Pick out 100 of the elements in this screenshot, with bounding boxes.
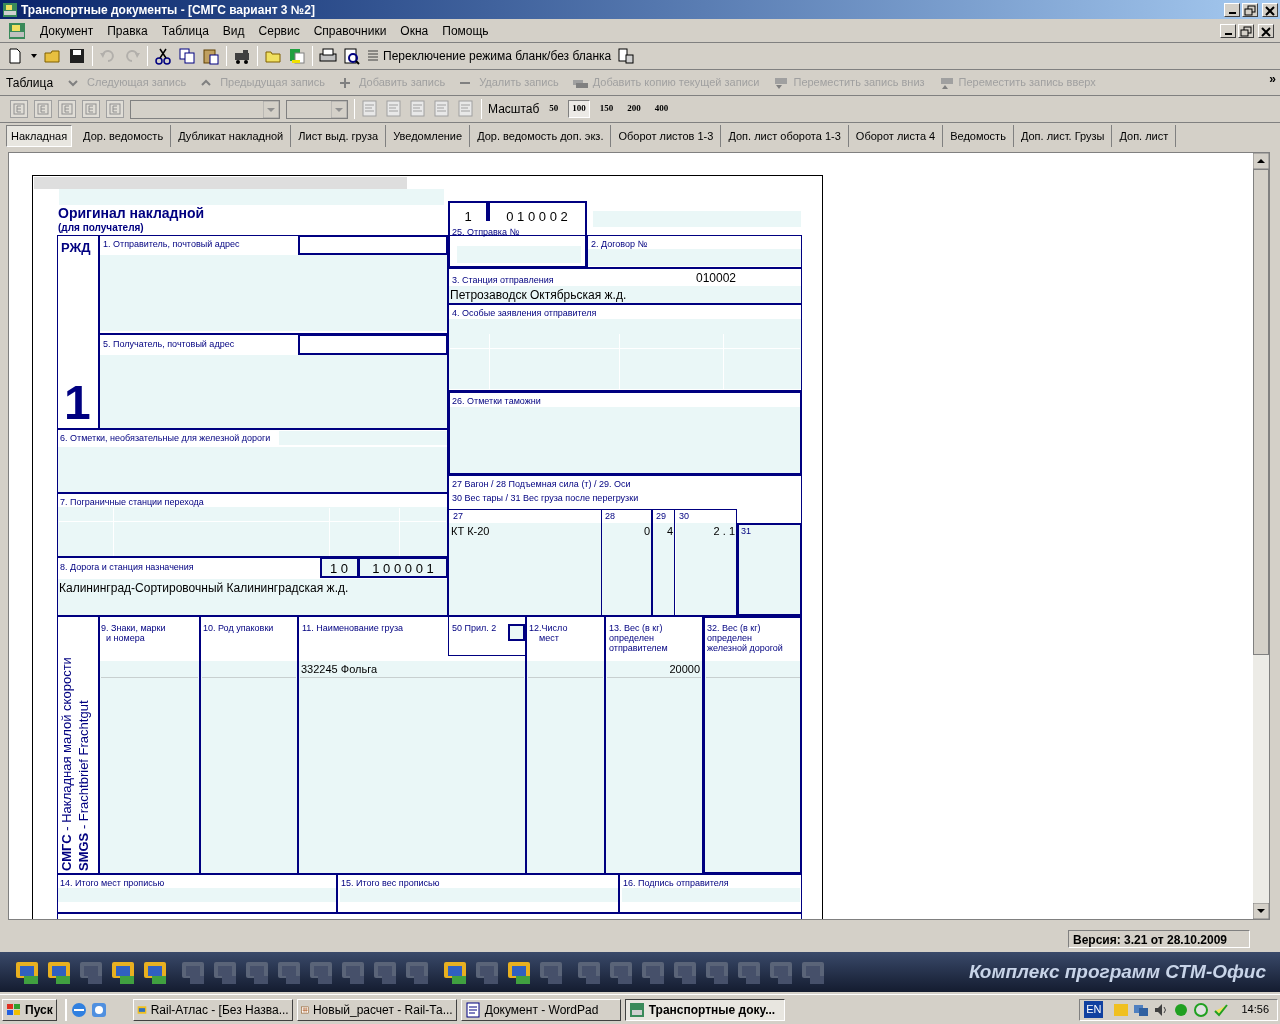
menu-item[interactable]: Помощь: [436, 21, 495, 40]
browser-icon[interactable]: [70, 1001, 87, 1018]
menu-item[interactable]: Справочники: [307, 21, 393, 40]
size-combobox[interactable]: [286, 99, 348, 119]
tab[interactable]: Дор. ведомость доп. экз.: [470, 125, 612, 147]
input-field[interactable]: 2 . 1: [676, 523, 737, 615]
form-layout-icon[interactable]: [617, 47, 636, 65]
language-indicator[interactable]: EN: [1084, 1001, 1104, 1018]
input-field[interactable]: 20000: [606, 661, 702, 873]
tab[interactable]: Доп. лист. Грузы: [1013, 125, 1113, 147]
tab[interactable]: Оборот листа 4: [848, 125, 944, 147]
start-button[interactable]: Пуск: [2, 998, 57, 1021]
input-field[interactable]: [298, 334, 448, 355]
scroll-up-icon[interactable]: [1253, 153, 1269, 169]
menu-item[interactable]: Таблица: [155, 21, 215, 40]
italic-button[interactable]: [34, 100, 52, 118]
input-field[interactable]: 0: [602, 523, 652, 615]
input-field[interactable]: [449, 319, 801, 389]
input-field[interactable]: [298, 235, 448, 255]
input-field[interactable]: КТ К-20: [449, 523, 601, 615]
version-label: Версия: 3.21 от 28.10.2009: [1068, 930, 1250, 948]
input-field[interactable]: [59, 189, 444, 205]
menu-item[interactable]: Сервис: [252, 21, 306, 40]
taskbar-button[interactable]: Транспортные доку...: [624, 998, 785, 1021]
input-field[interactable]: [279, 431, 447, 445]
page-setup-icon[interactable]: [433, 100, 451, 118]
locomotive-icon[interactable]: [233, 47, 251, 65]
copy-icon[interactable]: [178, 47, 196, 65]
scale-button[interactable]: 400: [650, 100, 673, 118]
tray-disc-icon[interactable]: [1193, 1001, 1210, 1018]
taskbar-button[interactable]: Документ - WordPad: [460, 998, 621, 1021]
taskbar-button[interactable]: Rail-Атлас - [Без Назва...: [132, 998, 293, 1021]
font-combobox[interactable]: [130, 99, 280, 119]
tab[interactable]: Дор. ведомость: [76, 125, 172, 147]
desktop-icon[interactable]: [90, 1001, 107, 1018]
scale-button[interactable]: 50: [545, 100, 563, 118]
mode-toggle-button[interactable]: Переключение режима бланк/без бланка: [367, 47, 612, 65]
input-field[interactable]: [705, 661, 801, 873]
input-field[interactable]: 4: [653, 523, 675, 615]
close-button[interactable]: [1258, 23, 1274, 38]
tab[interactable]: Дубликат накладной: [171, 125, 292, 147]
menu-item[interactable]: Вид: [216, 21, 251, 40]
paste-icon[interactable]: [202, 47, 220, 65]
menu-item[interactable]: Документ: [34, 21, 100, 40]
side-caption: SMGS - Frachtbrief Frachtgut: [75, 700, 92, 871]
input-field[interactable]: [622, 888, 800, 902]
restore-button[interactable]: [1242, 2, 1258, 17]
tab[interactable]: Доп. лист: [1112, 125, 1177, 147]
input-field[interactable]: [588, 249, 801, 266]
input-field[interactable]: [449, 407, 801, 474]
align-center-icon[interactable]: [385, 100, 403, 118]
page-icon[interactable]: [457, 100, 475, 118]
scroll-down-icon[interactable]: [1253, 903, 1269, 919]
input-field[interactable]: [100, 255, 448, 331]
grid-button[interactable]: [106, 100, 124, 118]
tab[interactable]: Накладная: [6, 125, 73, 147]
print-preview-icon[interactable]: [343, 47, 361, 65]
menu-item[interactable]: Правка: [101, 21, 154, 40]
tab[interactable]: Доп. лист оборота 1-3: [721, 125, 849, 147]
minimize-button[interactable]: [1220, 23, 1236, 38]
tab[interactable]: Ведомость: [943, 125, 1014, 147]
scale-button[interactable]: 150: [595, 100, 618, 118]
input-field[interactable]: [340, 888, 618, 902]
input-field[interactable]: [58, 888, 336, 902]
scrollbar[interactable]: [1253, 153, 1269, 919]
open-folder-icon[interactable]: [44, 47, 62, 65]
underline-button[interactable]: [58, 100, 76, 118]
close-button[interactable]: [1262, 2, 1278, 17]
input-field[interactable]: Петрозаводск Октябрьская ж.д.: [449, 286, 801, 303]
taskbar-button[interactable]: Новый_расчет - Rail-Та...: [296, 998, 457, 1021]
document-icon[interactable]: [288, 47, 306, 65]
save-icon[interactable]: [68, 47, 86, 65]
tab[interactable]: Оборот листов 1-3: [611, 125, 722, 147]
align-left-icon[interactable]: [361, 100, 379, 118]
field-label: 27 Вагон / 28 Подъемная сила (т) / 29. Оси: [452, 479, 631, 489]
tab[interactable]: Уведомление: [386, 125, 471, 147]
input-field[interactable]: [201, 661, 297, 873]
menu-item[interactable]: Окна: [394, 21, 435, 40]
tab[interactable]: Лист выд. груза: [291, 125, 387, 147]
overflow-button[interactable]: »: [1269, 70, 1276, 88]
input-field[interactable]: [527, 661, 604, 873]
bold-button[interactable]: [10, 100, 28, 118]
input-field[interactable]: [100, 661, 199, 873]
cut-icon[interactable]: [154, 47, 172, 65]
input-field[interactable]: Калининград-Сортировочный Калининградская ж.д.: [58, 579, 447, 615]
input-field[interactable]: [58, 447, 447, 492]
input-field[interactable]: [58, 507, 447, 557]
strikethrough-button[interactable]: [82, 100, 100, 118]
input-field[interactable]: 332245 Фольга: [299, 661, 525, 873]
minimize-button[interactable]: [1224, 2, 1240, 17]
new-document-icon[interactable]: [6, 47, 24, 65]
scale-button[interactable]: 200: [623, 100, 645, 118]
dropdown-arrow-icon[interactable]: [30, 52, 38, 60]
scale-label: Масштаб: [488, 101, 540, 118]
input-field[interactable]: [100, 355, 447, 428]
align-right-icon[interactable]: [409, 100, 427, 118]
print-icon[interactable]: [319, 47, 337, 65]
scale-button[interactable]: 100: [568, 100, 590, 118]
restore-button[interactable]: [1238, 23, 1254, 38]
checkbox[interactable]: [508, 624, 525, 641]
